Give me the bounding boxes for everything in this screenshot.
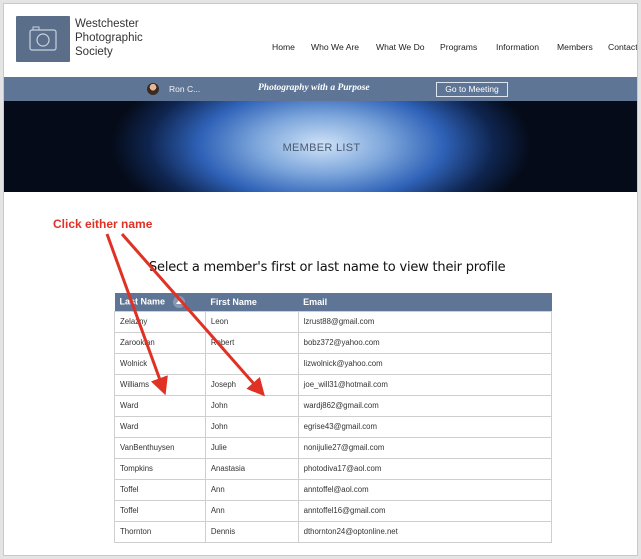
cell-email: anntoffel16@gmail.com (297, 499, 553, 522)
nav-who-we-are[interactable]: Who We Are (311, 42, 359, 52)
cell-email: lizwolnick@yahoo.com (297, 352, 553, 375)
site-name[interactable]: Westchester Photographic Society (75, 17, 143, 59)
nav-what-we-do[interactable]: What We Do (376, 42, 425, 52)
nav-information[interactable]: Information (496, 42, 539, 52)
cell-email: photodiva17@aol.com (297, 457, 553, 480)
column-header-last-name[interactable]: Last Name (114, 293, 206, 311)
nav-members[interactable]: Members (557, 42, 593, 52)
page-frame: Westchester Photographic Society Home Wh… (3, 3, 638, 556)
cell-email: wardj862@gmail.com (297, 394, 553, 417)
table-row: Williams Joseph joe_will31@hotmail.com (114, 373, 553, 396)
table-row: Wolnick lizwolnick@yahoo.com (114, 352, 553, 375)
member-bar: Ron C... Photography with a Purpose Go t… (4, 77, 637, 101)
cell-last-name[interactable]: Ward (114, 394, 206, 417)
tagline: Photography with a Purpose (258, 83, 370, 93)
table-row: Ward John wardj862@gmail.com (114, 394, 553, 417)
sort-ascending-icon[interactable] (173, 295, 186, 308)
cell-email: anntoffel@aol.com (297, 478, 553, 501)
cell-first-name[interactable]: Ann (204, 478, 299, 501)
site-name-line-1: Westchester (75, 18, 139, 30)
nav-home[interactable]: Home (272, 42, 295, 52)
site-header: Westchester Photographic Society Home Wh… (4, 4, 637, 72)
table-row: Toffel Ann anntoffel@aol.com (114, 478, 553, 501)
cell-last-name[interactable]: Zelazny (114, 310, 206, 333)
column-header-label: Last Name (119, 296, 166, 307)
table-header-row: Last Name First Name Email (114, 293, 552, 311)
cell-last-name[interactable]: Ward (114, 415, 206, 438)
member-table: Last Name First Name Email Zelazny Leon lz… (114, 293, 553, 543)
cell-first-name[interactable] (204, 352, 299, 375)
cell-last-name[interactable]: Zarookian (114, 331, 206, 354)
avatar[interactable] (147, 83, 159, 95)
cell-last-name[interactable]: Williams (114, 373, 206, 396)
cell-first-name[interactable]: Leon (204, 310, 299, 333)
instruction-text: Select a member's first or last name to … (149, 260, 506, 275)
page-banner: MEMBER LIST (4, 101, 637, 192)
table-row: Ward John egrise43@gmail.com (114, 415, 553, 438)
cell-last-name[interactable]: Toffel (114, 499, 206, 522)
cell-last-name[interactable]: Wolnick (114, 352, 206, 375)
cell-last-name[interactable]: Tompkins (114, 457, 206, 480)
site-name-line-3: Society (75, 46, 113, 58)
table-row: Zelazny Leon lzrust88@gmail.com (114, 310, 553, 333)
cell-first-name[interactable]: John (204, 394, 299, 417)
cell-first-name[interactable]: Robert (204, 331, 299, 354)
table-row: Tompkins Anastasia photodiva17@aol.com (114, 457, 553, 480)
nav-programs[interactable]: Programs (440, 42, 477, 52)
nav-contact[interactable]: Contact (608, 42, 637, 52)
table-row: VanBenthuysen Julie nonijulie27@gmail.com (114, 436, 553, 459)
cell-first-name[interactable]: Julie (204, 436, 299, 459)
cell-email: bobz372@yahoo.com (297, 331, 553, 354)
annotation-label: Click either name (53, 217, 153, 231)
go-to-meeting-button[interactable]: Go to Meeting (436, 82, 508, 97)
cell-email: lzrust88@gmail.com (297, 310, 553, 333)
cell-email: nonijulie27@gmail.com (297, 436, 553, 459)
user-name[interactable]: Ron C... (169, 84, 200, 94)
cell-last-name[interactable]: Toffel (114, 478, 206, 501)
column-header-first-name[interactable]: First Name (205, 293, 299, 311)
column-header-email[interactable]: Email (298, 293, 552, 311)
site-name-line-2: Photographic (75, 32, 143, 44)
table-row: Zarookian Robert bobz372@yahoo.com (114, 331, 553, 354)
table-body: Zelazny Leon lzrust88@gmail.com Zarookian Ro… (114, 310, 553, 543)
cell-first-name[interactable]: Joseph (204, 373, 299, 396)
page-title: MEMBER LIST (282, 142, 361, 154)
table-row: Toffel Ann anntoffel16@gmail.com (114, 499, 553, 522)
table-row: Thornton Dennis dthornton24@optonline.net (114, 520, 553, 543)
cell-first-name[interactable]: Ann (204, 499, 299, 522)
cell-first-name[interactable]: John (204, 415, 299, 438)
cell-email: egrise43@gmail.com (297, 415, 553, 438)
cell-last-name[interactable]: Thornton (114, 520, 206, 543)
camera-icon (29, 26, 57, 51)
cell-first-name[interactable]: Anastasia (204, 457, 299, 480)
cell-last-name[interactable]: VanBenthuysen (114, 436, 206, 459)
cell-email: dthornton24@optonline.net (297, 520, 553, 543)
cell-first-name[interactable]: Dennis (204, 520, 299, 543)
cell-email: joe_will31@hotmail.com (297, 373, 553, 396)
logo[interactable] (16, 16, 70, 62)
